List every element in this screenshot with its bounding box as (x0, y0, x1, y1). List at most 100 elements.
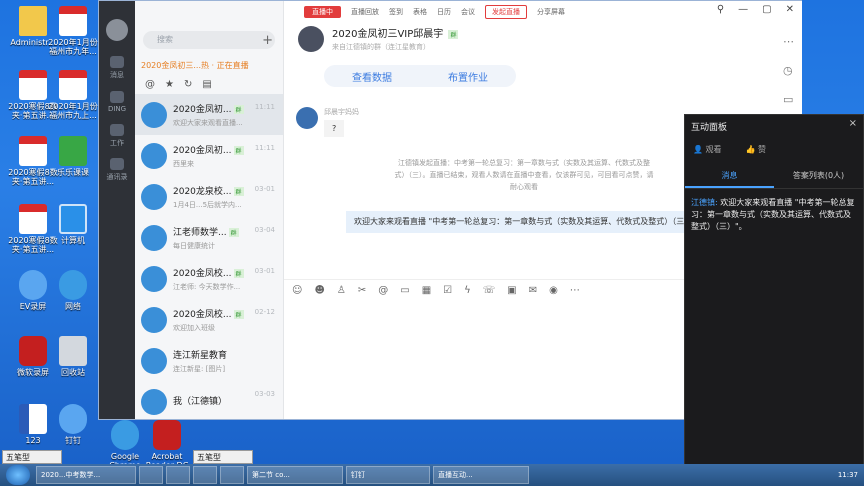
phone-icon[interactable]: ☏ (483, 285, 496, 296)
ime-label: 五笔型 (6, 452, 30, 462)
desktop-icon[interactable]: 钉钉 (48, 404, 98, 454)
taskbar-button[interactable]: 直播互动... (433, 466, 529, 484)
group-title[interactable]: 2020金凤初三VIP邱晨宇 群 (332, 25, 459, 40)
view-data-button[interactable]: 查看数据 (352, 69, 392, 84)
tab-answers[interactable]: 答案列表(0人) (774, 165, 863, 188)
live-notice[interactable]: 2020金凤初三...热 · 正在直播 (141, 57, 277, 75)
tab-messages[interactable]: 消息 (685, 165, 774, 188)
file-icon[interactable]: ▭ (400, 285, 409, 296)
taskbar-button[interactable] (166, 466, 190, 484)
desktop-icon[interactable]: 2020年1月份福州市九年... (48, 6, 98, 56)
conversation-item[interactable]: 2020金凤初... 群欢迎大家来观看直播... 11:11 (135, 94, 283, 135)
clock[interactable]: 11:37 (838, 471, 864, 479)
group-tag: 群 (233, 145, 244, 155)
calendar-icon[interactable]: ▦ (422, 285, 431, 296)
taskbar-button[interactable] (139, 466, 163, 484)
task-icon[interactable]: ☑ (443, 285, 452, 296)
conversation-preview: 每日健康统计 (173, 241, 215, 250)
video-icon[interactable]: ◉ (549, 285, 558, 296)
search-input[interactable]: 搜索 (143, 31, 275, 49)
start-button[interactable] (6, 465, 30, 485)
calendar-icon[interactable]: ▤ (202, 79, 211, 90)
user-icon: 👤 (693, 145, 706, 154)
at-icon[interactable]: @ (145, 79, 155, 90)
toolbar-item[interactable]: 直播回放 (351, 7, 379, 17)
ime-label: 五笔型 (197, 452, 221, 462)
desktop-icon-label: 网络 (65, 302, 81, 311)
viewers-label: 观看 (705, 145, 722, 154)
desktop-icon[interactable]: 网络 (48, 270, 98, 320)
desktop-icon-label: 2020年1月份福州市九上... (48, 102, 98, 120)
assign-homework-button[interactable]: 布置作业 (448, 69, 488, 84)
conversation-item[interactable]: 2020金凤校... 群欢迎加入班级 02-12 (135, 299, 283, 340)
start-live-button[interactable]: 发起直播 (485, 5, 527, 19)
conversation-time: 03-03 (254, 390, 275, 398)
panel-close-button[interactable]: × (849, 118, 857, 129)
scissors-icon[interactable]: ✂ (358, 285, 366, 296)
user-avatar[interactable] (106, 19, 128, 41)
chat-side-tools: ⋯ ◷ ▭ (783, 35, 794, 106)
add-button[interactable]: + (262, 33, 273, 48)
maximize-icon[interactable]: ▢ (762, 4, 771, 15)
conversation-item[interactable]: 2020金凤初... 群西里来 11:11 (135, 135, 283, 176)
pdf-icon (59, 70, 87, 100)
pdf-icon (19, 136, 47, 166)
red-icon (153, 420, 181, 450)
toolbar-item[interactable]: 分享屏幕 (537, 7, 565, 17)
live-button[interactable]: 直播中 (304, 6, 341, 18)
desktop-icon[interactable]: Acrobat Reader DC (142, 420, 192, 470)
conversation-item[interactable]: 江老师数学... 群每日健康统计 03-04 (135, 217, 283, 258)
conversation-item[interactable]: 连江新星教育 连江新星: [图片] (135, 340, 283, 381)
blue-icon (59, 404, 87, 434)
star-icon[interactable]: ★ (165, 79, 174, 90)
taskbar-button[interactable]: 2020...中考数学... (36, 466, 136, 484)
sidebar-item[interactable]: 消息 (99, 51, 135, 85)
refresh-icon[interactable]: ↻ (184, 79, 192, 90)
group-title-text: 2020金凤初三VIP邱晨宇 (332, 29, 444, 40)
conversation-avatar (141, 388, 167, 415)
pin-icon[interactable]: ⚲ (717, 4, 724, 15)
minimize-icon[interactable]: — (738, 4, 748, 15)
ime-bar[interactable]: 五笔型 (193, 450, 253, 464)
red-icon (19, 336, 47, 366)
more-tools-icon[interactable]: ⋯ (570, 285, 580, 296)
conversation-item[interactable]: 2020金凤校... 群江老师: 今天数学作... 03-01 (135, 258, 283, 299)
sticker-icon[interactable]: ☻ (314, 285, 324, 296)
mention-icon[interactable]: @ (378, 285, 388, 296)
taskbar-button[interactable] (220, 466, 244, 484)
desktop-icon[interactable]: 回收站 (48, 336, 98, 386)
toolbar-item[interactable]: 日历 (437, 7, 451, 17)
sidebar-item[interactable]: 工作 (99, 119, 135, 153)
taskbar-button[interactable]: 第二节 co... (247, 466, 343, 484)
close-icon[interactable]: ✕ (786, 4, 794, 15)
like-icon[interactable]: ♙ (337, 285, 346, 296)
group-avatar[interactable] (298, 25, 324, 52)
desktop-icon[interactable]: 2020年1月份福州市九上... (48, 70, 98, 120)
clock-icon[interactable]: ◷ (783, 64, 794, 77)
sidebar-item[interactable]: DING (99, 85, 135, 119)
taskbar-button[interactable] (193, 466, 217, 484)
folder-icon[interactable]: ▭ (783, 93, 794, 106)
toolbar-item[interactable]: 会议 (461, 7, 475, 17)
sidebar-item[interactable]: 通讯录 (99, 153, 135, 187)
sidebar-item-label: DING (107, 105, 127, 113)
desktop-icon[interactable]: 计算机 (48, 204, 98, 254)
conversation-item[interactable]: 我（江德镇） 03-03 (135, 381, 283, 422)
taskbar-button[interactable]: 钉钉 (346, 466, 430, 484)
word-icon (19, 404, 47, 434)
doc-icon[interactable]: ▣ (507, 285, 516, 296)
conversation-item[interactable]: 2020龙泉校... 群 1月4日...5后就学内... 03-01 (135, 176, 283, 217)
toolbar-item[interactable]: 签到 (389, 7, 403, 17)
ime-bar[interactable]: 五笔型 (2, 450, 62, 464)
sender-avatar[interactable] (296, 107, 318, 129)
conversation-time: 11:11 (254, 103, 275, 111)
message-bubble[interactable]: ? (324, 120, 345, 137)
more-icon[interactable]: ⋯ (783, 35, 794, 48)
sender-name: 邱晨宇妈妈 (324, 108, 359, 116)
mail-icon[interactable]: ✉ (529, 285, 537, 296)
toolbar-item[interactable]: 表格 (413, 7, 427, 17)
ding-icon[interactable]: ϟ (464, 285, 471, 296)
panel-message: 江德镇: 欢迎大家来观看直播 "中考第一轮总复习：第一章数与式（实数及其运算、代… (685, 189, 863, 241)
desktop-icon[interactable]: 乐乐课课 (48, 136, 98, 186)
emoji-icon[interactable]: ☺ (292, 285, 302, 296)
